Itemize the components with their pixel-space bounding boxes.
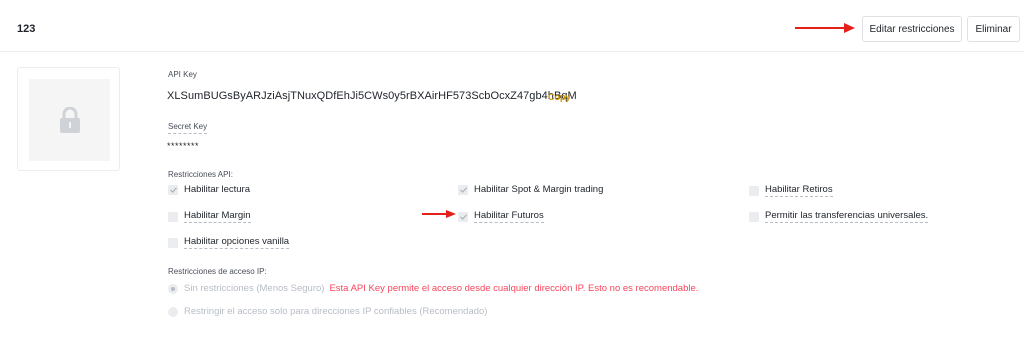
checkbox-box[interactable]: [168, 237, 178, 248]
delete-button[interactable]: Eliminar: [967, 16, 1020, 42]
secret-key-value: ********: [167, 141, 200, 151]
checkbox-box[interactable]: [458, 211, 468, 222]
check-icon: [169, 186, 177, 193]
radio-label: Sin restricciones (Menos Seguro): [184, 283, 325, 294]
api-restrictions-label: Restricciones API:: [168, 170, 233, 179]
checkbox-box[interactable]: [168, 211, 178, 222]
checkbox-box[interactable]: [168, 184, 178, 195]
lock-image-frame: [17, 67, 120, 171]
checkbox-box[interactable]: [749, 185, 759, 196]
radio-circle[interactable]: [168, 306, 178, 317]
lock-icon: [59, 107, 80, 133]
checkbox-label: Habilitar opciones vanilla: [184, 236, 290, 249]
checkbox-enable-vanilla-options[interactable]: Habilitar opciones vanilla: [168, 236, 290, 249]
api-key-value: XLSumBUGsByARJziAsjTNuxQDfEhJi5CWs0y5rBX…: [167, 90, 577, 102]
red-arrow-icon: [795, 23, 855, 33]
radio-label: Restringir el acceso solo para direccion…: [184, 306, 488, 317]
checkbox-label: Habilitar Retiros: [765, 184, 833, 197]
edit-restrictions-button[interactable]: Editar restricciones: [862, 16, 962, 42]
api-key-name: 123: [17, 23, 36, 35]
ip-warning-text: Esta API Key permite el acceso desde cua…: [329, 283, 699, 294]
checkbox-label: Habilitar Futuros: [474, 210, 544, 223]
radio-restricted-trusted-ips[interactable]: Restringir el acceso solo para direccion…: [168, 306, 487, 317]
api-key-label: API Key: [168, 70, 197, 79]
checkbox-enable-withdrawals[interactable]: Habilitar Retiros: [749, 184, 833, 197]
checkbox-allow-universal-transfers[interactable]: Permitir las transferencias universales.: [749, 210, 929, 223]
checkbox-label: Habilitar Margin: [184, 210, 251, 223]
copy-button[interactable]: Copy: [548, 92, 571, 102]
checkbox-label: Permitir las transferencias universales.: [765, 210, 929, 223]
checkbox-label: Habilitar Spot & Margin trading: [474, 184, 604, 195]
radio-circle[interactable]: [168, 283, 178, 294]
checkbox-enable-spot-margin-trading[interactable]: Habilitar Spot & Margin trading: [458, 184, 603, 195]
checkbox-enable-futures[interactable]: Habilitar Futuros: [458, 210, 544, 223]
lock-image: [29, 79, 110, 161]
checkbox-box[interactable]: [458, 184, 468, 195]
checkbox-enable-margin[interactable]: Habilitar Margin: [168, 210, 251, 223]
check-icon: [459, 213, 467, 220]
header: 123 Editar restricciones Eliminar: [0, 0, 1024, 52]
red-arrow-icon: [422, 210, 456, 218]
ip-restrictions-label: Restricciones de acceso IP:: [168, 267, 267, 276]
checkbox-box[interactable]: [749, 211, 759, 222]
secret-key-label: Secret Key: [168, 122, 208, 134]
checkbox-label: Habilitar lectura: [184, 184, 250, 195]
checkbox-enable-reading[interactable]: Habilitar lectura: [168, 184, 250, 195]
check-icon: [459, 186, 467, 193]
radio-unrestricted[interactable]: Sin restricciones (Menos Seguro) Esta AP…: [168, 283, 698, 294]
